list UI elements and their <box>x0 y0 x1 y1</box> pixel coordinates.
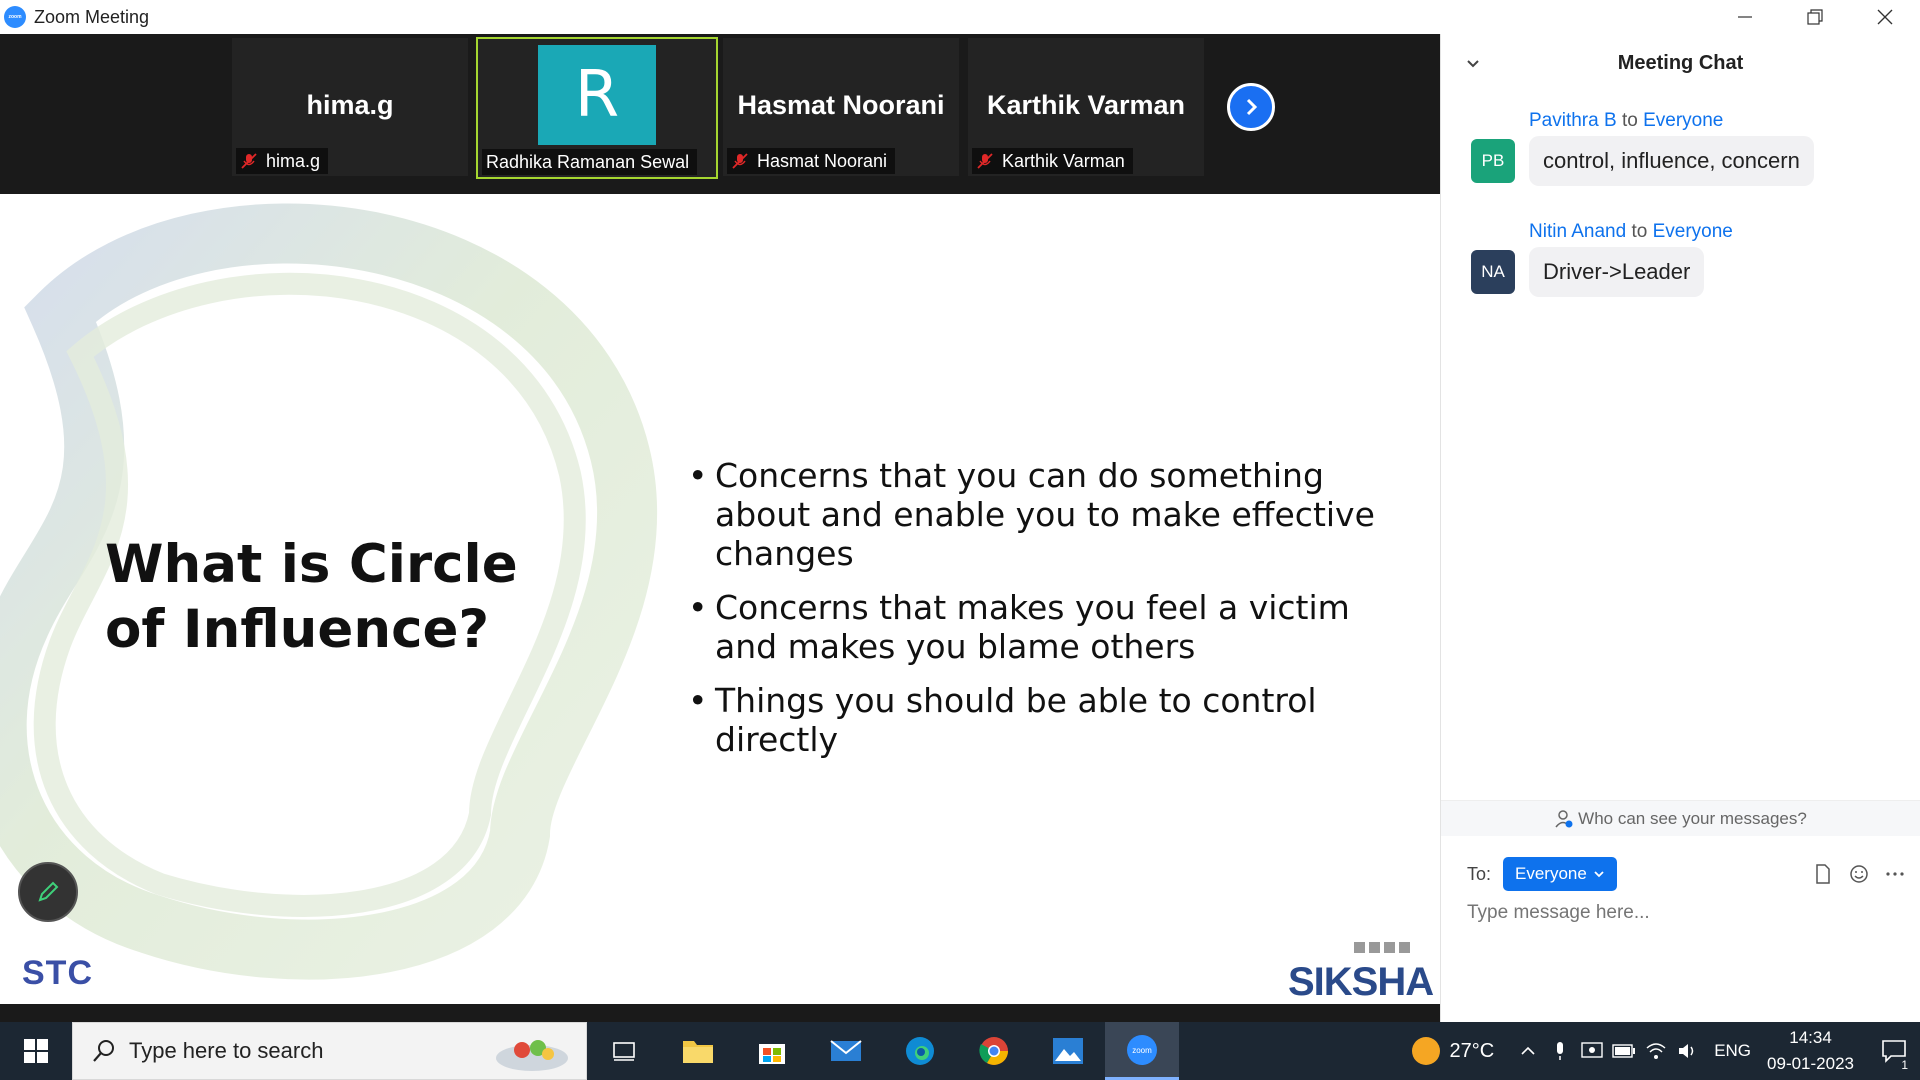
sender-name[interactable]: Nitin Anand <box>1529 221 1626 242</box>
recipient-row: To: Everyone <box>1467 856 1907 892</box>
microsoft-store-button[interactable] <box>735 1022 809 1080</box>
slide-bullet: Things you should be able to control dir… <box>688 681 1408 759</box>
taskbar-search[interactable]: Type here to search <box>72 1022 587 1080</box>
task-view-button[interactable] <box>587 1022 661 1080</box>
task-view-icon <box>613 1042 635 1061</box>
muted-mic-icon <box>977 153 993 169</box>
notification-center-button[interactable]: 1 <box>1868 1022 1920 1080</box>
chat-message: Pavithra B to Everyone PB control, influ… <box>1471 110 1814 186</box>
taskbar-clock[interactable]: 14:34 09-01-2023 <box>1767 1025 1854 1077</box>
chevron-up-icon[interactable] <box>1512 1022 1544 1080</box>
siksha-logo-mark <box>1354 942 1410 953</box>
muted-mic-icon <box>241 153 257 169</box>
message-visibility-link[interactable]: Who can see your messages? <box>1441 800 1920 836</box>
sun-icon <box>1411 1037 1440 1065</box>
windows-logo-icon <box>24 1039 48 1063</box>
participant-tile[interactable]: Hasmat Noorani Hasmat Noorani <box>723 38 959 176</box>
windows-taskbar: Type here to search zoom 27°C ENG 14:34 … <box>0 1022 1920 1080</box>
restore-icon <box>1807 9 1823 25</box>
search-highlight-image <box>496 1040 568 1071</box>
restore-button[interactable] <box>1780 0 1850 34</box>
chat-message: Nitin Anand to Everyone NA Driver->Leade… <box>1471 221 1733 297</box>
participant-avatar: R <box>538 45 656 145</box>
chevron-right-icon <box>1246 98 1258 116</box>
participant-display-name: Hasmat Noorani <box>737 90 945 120</box>
slide-bullet: Concerns that you can do something about… <box>688 456 1408 573</box>
close-icon <box>1877 9 1893 25</box>
mail-button[interactable] <box>809 1022 883 1080</box>
chevron-down-icon <box>1594 871 1604 878</box>
minimize-icon <box>1738 16 1752 18</box>
language-indicator[interactable]: ENG <box>1714 1041 1751 1061</box>
volume-icon[interactable] <box>1672 1022 1704 1080</box>
zoom-app-icon: zoom <box>4 6 26 28</box>
window-title: Zoom Meeting <box>34 6 150 27</box>
muted-mic-icon <box>732 153 748 169</box>
photos-button[interactable] <box>1031 1022 1105 1080</box>
wifi-icon[interactable] <box>1640 1022 1672 1080</box>
avatar: PB <box>1471 139 1515 183</box>
more-options-icon[interactable] <box>1883 862 1907 886</box>
meeting-chat-panel: Meeting Chat Pavithra B to Everyone PB c… <box>1440 34 1920 1022</box>
chat-title: Meeting Chat <box>1617 52 1744 74</box>
microphone-icon[interactable] <box>1544 1022 1576 1080</box>
recipient-select[interactable]: Everyone <box>1503 857 1617 891</box>
store-icon <box>759 1044 785 1064</box>
close-button[interactable] <box>1850 0 1920 34</box>
emoji-icon[interactable] <box>1847 862 1871 886</box>
shared-screen-slide: What is Circle of Influence? Concerns th… <box>0 194 1440 1004</box>
participant-name-tag: Karthik Varman <box>972 148 1133 174</box>
siksha-logo: SIKSHA <box>1288 960 1434 1004</box>
slide-bullet-list: Concerns that you can do something about… <box>688 456 1408 774</box>
next-participants-button[interactable] <box>1227 83 1275 131</box>
zoom-icon: zoom <box>1127 1034 1157 1065</box>
file-icon[interactable] <box>1811 862 1835 886</box>
folder-icon <box>683 1041 713 1063</box>
slide-bottom-bar <box>0 1004 1440 1022</box>
participant-tile[interactable]: Karthik Varman Karthik Varman <box>968 38 1204 176</box>
system-tray: 27°C ENG 14:34 09-01-2023 1 <box>1411 1022 1920 1080</box>
person-icon <box>1555 809 1573 827</box>
slide-bullet: Concerns that makes you feel a victim an… <box>688 588 1408 666</box>
message-bubble[interactable]: control, influence, concern <box>1529 136 1814 186</box>
sender-name[interactable]: Pavithra B <box>1529 110 1617 131</box>
avatar: NA <box>1471 250 1515 294</box>
battery-icon[interactable] <box>1608 1022 1640 1080</box>
notification-count: 1 <box>1899 1058 1910 1072</box>
recipient-name[interactable]: Everyone <box>1653 221 1733 242</box>
zoom-taskbar-button[interactable]: zoom <box>1105 1022 1179 1080</box>
screen-share-icon[interactable] <box>1576 1022 1608 1080</box>
chat-sender-line: Nitin Anand to Everyone <box>1529 221 1733 242</box>
chat-message-input[interactable] <box>1467 902 1897 924</box>
start-button[interactable] <box>0 1022 72 1080</box>
participant-display-name: Karthik Varman <box>986 90 1186 120</box>
participant-display-name: hima.g <box>306 90 394 120</box>
annotate-button[interactable] <box>18 862 78 922</box>
participant-name-tag: Radhika Ramanan Sewal <box>482 149 698 175</box>
search-icon <box>93 1040 114 1062</box>
pencil-icon <box>38 881 59 902</box>
photos-icon <box>1053 1038 1083 1064</box>
chrome-browser-button[interactable] <box>957 1022 1031 1080</box>
file-explorer-button[interactable] <box>661 1022 735 1080</box>
svg-text:zoom: zoom <box>1132 1046 1152 1055</box>
minimize-button[interactable] <box>1710 0 1780 34</box>
recipient-name[interactable]: Everyone <box>1643 110 1723 131</box>
chrome-icon <box>979 1037 1008 1065</box>
participant-tile-active[interactable]: R Radhika Ramanan Sewal <box>476 37 718 179</box>
chat-sender-line: Pavithra B to Everyone <box>1529 110 1724 131</box>
participant-name-tag: hima.g <box>236 148 329 174</box>
stc-logo: STC <box>22 954 93 992</box>
weather-widget[interactable]: 27°C <box>1411 1037 1494 1065</box>
participant-name-tag: Hasmat Noorani <box>727 148 896 174</box>
title-bar: zoom Zoom Meeting <box>0 0 1920 34</box>
edge-browser-button[interactable] <box>883 1022 957 1080</box>
video-strip: hima.g hima.g R Radhika Ramanan Sewal Ha… <box>0 34 1440 194</box>
participant-tile[interactable]: hima.g hima.g <box>232 38 468 176</box>
slide-title: What is Circle of Influence? <box>105 534 518 660</box>
edge-icon <box>906 1037 934 1065</box>
message-bubble[interactable]: Driver->Leader <box>1529 247 1705 297</box>
mail-icon <box>830 1040 862 1061</box>
to-label: To: <box>1467 863 1492 884</box>
